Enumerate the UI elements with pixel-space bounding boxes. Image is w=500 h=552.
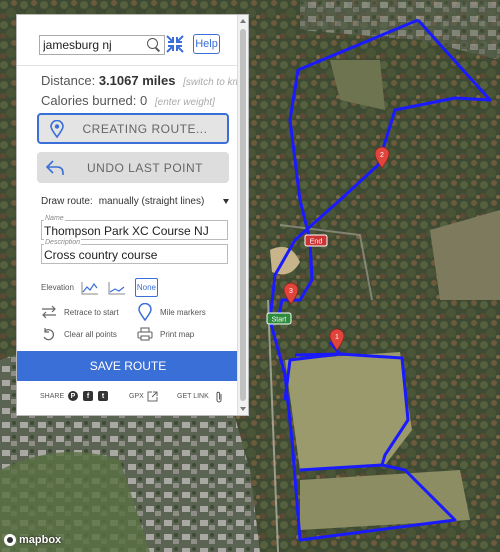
draw-route-select[interactable]: Draw route: manually (straight lines) (41, 196, 229, 207)
undo-label: UNDO LAST POINT (87, 160, 203, 175)
scroll-up-icon[interactable] (240, 19, 246, 23)
calories-label: Calories burned: (41, 93, 137, 108)
mapbox-icon (4, 534, 16, 546)
clear-all-points-button[interactable]: Clear all points (41, 327, 117, 341)
enter-weight-link[interactable]: [enter weight] (155, 97, 215, 108)
share-label: SHARE (40, 393, 65, 400)
collapse-arrows-icon[interactable] (165, 34, 185, 54)
start-label: Start (272, 317, 287, 324)
facebook-icon[interactable]: f (83, 391, 93, 401)
distance-label: Distance: (41, 73, 96, 88)
undo-arrow-icon (45, 159, 64, 175)
map-pin-icon (50, 119, 64, 138)
route-name-value: Thompson Park XC Course NJ (44, 224, 209, 238)
description-legend: Description (44, 239, 82, 246)
calories-row: Calories burned: 0 [enter weight] (41, 93, 215, 108)
creating-route-button[interactable]: CREATING ROUTE... (37, 113, 229, 144)
scroll-down-icon[interactable] (240, 407, 246, 411)
start-marker[interactable]: Start (266, 312, 292, 325)
search-input[interactable]: jamesburg nj (39, 35, 165, 55)
clear-label: Clear all points (64, 329, 117, 339)
help-button[interactable]: Help (193, 34, 220, 54)
route-panel: jamesburg nj Help Distance: 3.1067 miles… (16, 14, 249, 416)
mapbox-logo[interactable]: mapbox (4, 534, 61, 546)
print-map-button[interactable]: Print map (137, 327, 194, 341)
print-label: Print map (160, 329, 195, 339)
elevation-small-chart-icon[interactable] (108, 281, 126, 295)
route-name-field[interactable]: Name Thompson Park XC Course NJ (41, 215, 228, 240)
draw-route-label: Draw route: (41, 196, 93, 207)
retrace-arrows-icon (42, 305, 56, 319)
mile-markers-button[interactable]: Mile markers (137, 303, 206, 321)
scroll-thumb[interactable] (240, 29, 246, 401)
divider (17, 65, 239, 66)
end-label: End (310, 239, 323, 246)
name-legend: Name (44, 215, 65, 222)
paperclip-icon[interactable] (214, 391, 224, 403)
undo-last-point-button[interactable]: UNDO LAST POINT (37, 152, 229, 183)
mile-marker-pin-icon (138, 303, 152, 321)
printer-icon (137, 327, 153, 341)
search-row: jamesburg nj (39, 35, 165, 55)
draw-route-value: manually (straight lines) (98, 196, 205, 207)
calories-value: 0 (140, 93, 148, 108)
retrace-label: Retrace to start (64, 307, 119, 317)
elevation-label: Elevation (41, 283, 74, 292)
save-route-button[interactable]: SAVE ROUTE (17, 351, 239, 381)
route-description-value: Cross country course (44, 248, 158, 262)
switch-units-link[interactable]: [switch to km] (183, 77, 244, 88)
elevation-none-button[interactable]: None (134, 278, 158, 297)
mile-markers-label: Mile markers (160, 307, 206, 317)
elevation-row: Elevation None (41, 278, 158, 297)
twitter-icon[interactable]: t (98, 391, 108, 401)
retrace-to-start-button[interactable]: Retrace to start (41, 305, 119, 319)
search-value: jamesburg nj (43, 38, 112, 52)
search-icon[interactable] (147, 38, 161, 52)
distance-row: Distance: 3.1067 miles [switch to km] (41, 73, 244, 88)
creating-route-label: CREATING ROUTE... (82, 121, 208, 136)
clear-undo-icon (43, 328, 54, 341)
chevron-down-icon (223, 199, 229, 204)
pinterest-icon[interactable]: P (68, 391, 78, 401)
distance-value: 3.1067 miles (98, 73, 176, 88)
end-marker[interactable]: End (304, 234, 328, 247)
panel-scrollbar[interactable] (237, 15, 248, 415)
route-description-field[interactable]: Description Cross country course (41, 239, 228, 264)
mapbox-attribution: mapbox (19, 534, 62, 546)
mile-marker-2-label: 2 (380, 152, 384, 159)
elevation-chart-icon[interactable] (81, 281, 99, 295)
external-link-icon[interactable] (147, 391, 158, 402)
get-link-label[interactable]: GET LINK (177, 393, 209, 400)
gpx-label[interactable]: GPX (129, 393, 144, 400)
mile-marker-3-label: 3 (289, 288, 293, 295)
mile-marker-1-label: 1 (335, 334, 339, 341)
